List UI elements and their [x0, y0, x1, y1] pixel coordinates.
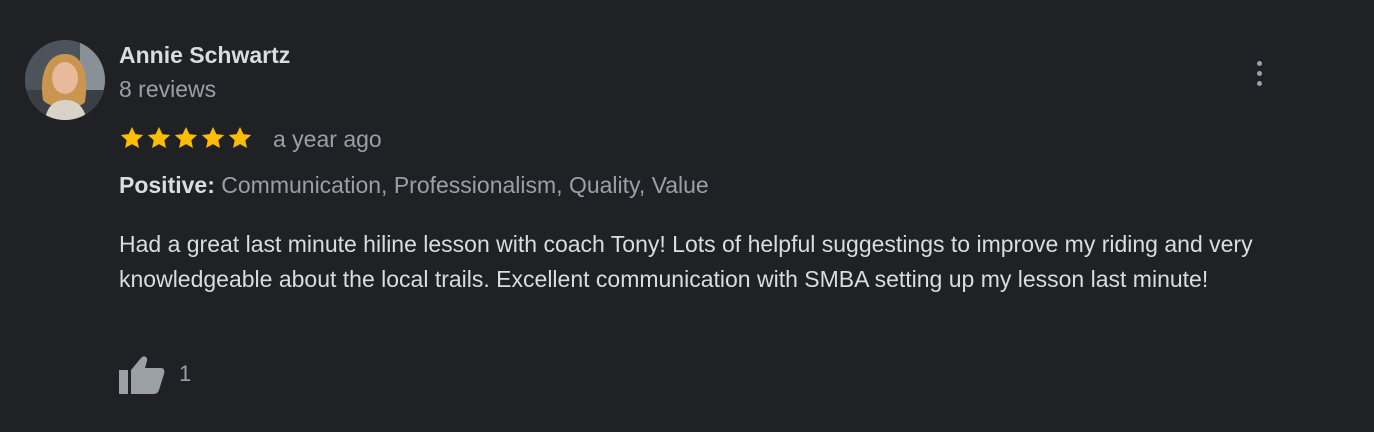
star-icon: [147, 126, 171, 148]
more-options-button[interactable]: [1240, 54, 1278, 92]
star-icon: [174, 126, 198, 148]
thumb-up-icon: [119, 356, 165, 394]
reviewer-name[interactable]: Annie Schwartz: [119, 40, 290, 70]
star-icon: [120, 126, 144, 148]
more-vert-icon: [1256, 58, 1262, 88]
avatar-photo: [25, 40, 105, 120]
review-time: a year ago: [273, 126, 382, 152]
review-text: Had a great last minute hiline lesson wi…: [119, 231, 1253, 292]
reviewer-avatar[interactable]: [25, 40, 105, 120]
like-count: 1: [179, 361, 192, 386]
reviewer-review-count[interactable]: 8 reviews: [119, 74, 216, 104]
review-card: Annie Schwartz 8 reviews a year ago Posi…: [0, 0, 1374, 432]
attributes-label: Positive:: [119, 172, 215, 198]
star-rating: [119, 123, 254, 153]
like-row: 1: [119, 352, 191, 396]
attributes-value: Communication, Professionalism, Quality,…: [214, 172, 709, 198]
star-icon: [201, 126, 225, 148]
star-icon: [228, 126, 252, 148]
like-button[interactable]: [119, 352, 167, 396]
review-attributes: Positive: Communication, Professionalism…: [119, 170, 709, 200]
